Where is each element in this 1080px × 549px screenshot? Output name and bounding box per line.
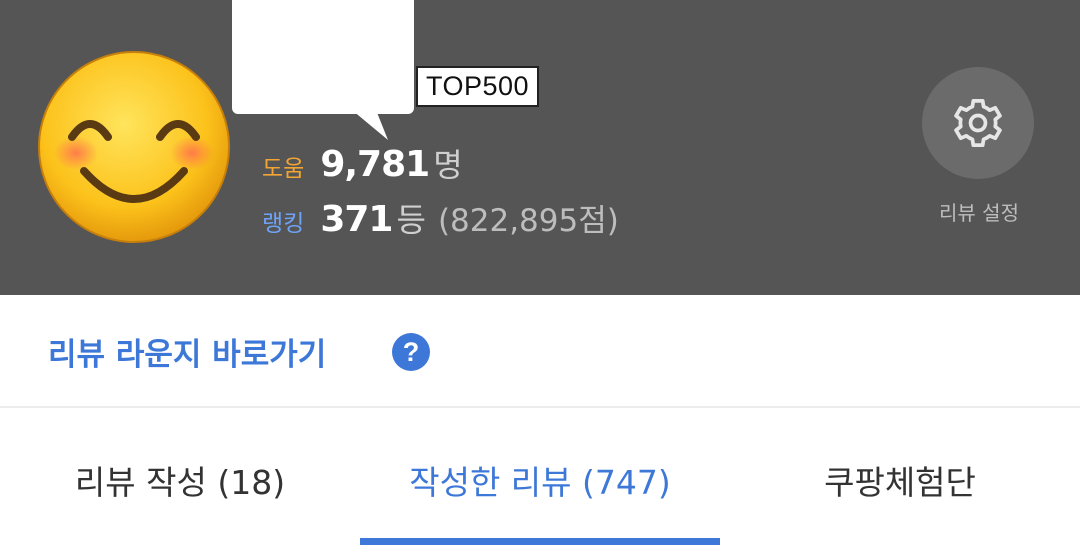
help-count-row: 도움 9,781 명: [262, 140, 463, 185]
tab-write-review[interactable]: 리뷰 작성 (18): [0, 456, 360, 504]
review-settings-button[interactable]: [922, 67, 1034, 179]
rank-value: 371: [320, 199, 393, 240]
rank-label: 랭킹: [262, 211, 305, 237]
speech-bubble: [232, 0, 414, 114]
review-lounge-section: 리뷰 라운지 바로가기 ?: [0, 295, 1080, 408]
review-settings-label[interactable]: 리뷰 설정: [904, 197, 1054, 226]
question-icon[interactable]: ?: [392, 333, 430, 371]
profile-header: TOP500 도움 9,781 명 랭킹 371 등 (822,895점) 리뷰…: [0, 0, 1080, 295]
top-rank-badge: TOP500: [416, 66, 540, 107]
ranking-row: 랭킹 371 등 (822,895점): [262, 195, 619, 240]
rank-score: (822,895점): [437, 203, 619, 239]
active-tab-indicator: [360, 538, 720, 545]
tab-written-reviews[interactable]: 작성한 리뷰 (747): [360, 456, 720, 504]
tab-coupang-experience[interactable]: 쿠팡체험단: [720, 456, 1080, 504]
help-count: 9,781: [320, 144, 430, 185]
rank-unit: 등: [396, 201, 426, 239]
review-lounge-link[interactable]: 리뷰 라운지 바로가기: [48, 329, 326, 374]
help-label: 도움: [262, 156, 305, 182]
help-unit: 명: [433, 146, 463, 184]
review-tabs: 리뷰 작성 (18) 작성한 리뷰 (747) 쿠팡체험단: [0, 410, 1080, 549]
gear-icon: [954, 98, 1002, 148]
avatar[interactable]: [36, 49, 232, 245]
